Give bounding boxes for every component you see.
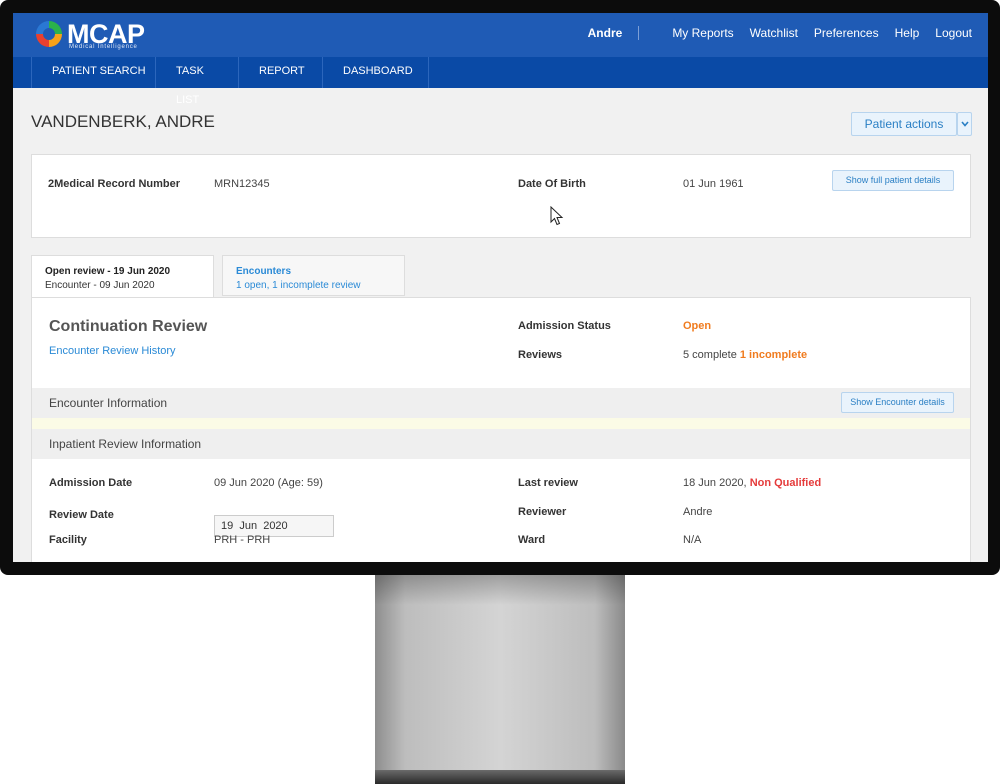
patient-name: VANDENBERK, ANDRE: [31, 112, 215, 131]
logo-swirl-icon: [36, 21, 62, 47]
review-date-label: Review Date: [49, 509, 114, 521]
main-nav: PATIENT SEARCH TASK LIST REPORT DASHBOAR…: [13, 57, 988, 106]
last-review-value: 18 Jun 2020, Non Qualified: [683, 477, 821, 489]
logout-link[interactable]: Logout: [935, 26, 972, 40]
tab-open-review[interactable]: Open review - 19 Jun 2020 Encounter - 09…: [31, 255, 214, 298]
tab-open-review-subtitle: Encounter - 09 Jun 2020: [45, 280, 155, 291]
top-nav: Andre My Reports Watchlist Preferences H…: [588, 26, 972, 40]
patient-actions-button[interactable]: Patient actions: [851, 112, 957, 136]
ward-label: Ward: [518, 534, 546, 546]
top-bar: MCAP Medical Intelligence Andre My Repor…: [13, 13, 988, 57]
show-patient-details-button[interactable]: Show full patient details: [832, 170, 954, 191]
admission-date-value: 09 Jun 2020 (Age: 59): [214, 477, 323, 489]
current-user[interactable]: Andre: [588, 26, 640, 40]
reviews-complete: 5 complete: [683, 349, 737, 361]
watchlist-link[interactable]: Watchlist: [750, 26, 798, 40]
tab-encounters[interactable]: Encounters 1 open, 1 incomplete review: [222, 255, 405, 296]
preferences-link[interactable]: Preferences: [814, 26, 879, 40]
chevron-down-icon: [961, 121, 969, 127]
patient-actions-dropdown[interactable]: [957, 112, 972, 136]
last-review-status: Non Qualified: [749, 477, 822, 489]
mrn-label: 2Medical Record Number: [48, 178, 181, 190]
my-reports-link[interactable]: My Reports: [672, 26, 733, 40]
dob-value: 01 Jun 1961: [683, 178, 744, 190]
reviews-value: 5 complete 1 incomplete: [683, 349, 807, 361]
help-link[interactable]: Help: [895, 26, 920, 40]
encounter-information-bar: Encounter Information Show Encounter det…: [32, 388, 970, 418]
reviews-incomplete[interactable]: 1 incomplete: [740, 349, 807, 361]
nav-dashboard[interactable]: DASHBOARD: [323, 57, 429, 88]
monitor-stand: [375, 575, 625, 770]
dob-label: Date Of Birth: [518, 178, 586, 190]
facility-value: PRH - PRH: [214, 534, 271, 546]
last-review-date: 18 Jun 2020,: [683, 477, 747, 489]
last-review-label: Last review: [518, 477, 578, 489]
tab-encounters-title: Encounters: [236, 266, 292, 277]
admission-status-label: Admission Status: [518, 320, 611, 332]
encounter-information-label: Encounter Information: [49, 396, 168, 410]
mrn-value: MRN12345: [214, 178, 270, 190]
admission-status-value: Open: [683, 320, 712, 332]
nav-task-list[interactable]: TASK LIST: [156, 57, 239, 106]
ward-value: N/A: [683, 534, 702, 546]
facility-label: Facility: [49, 534, 87, 546]
encounter-review-history-link[interactable]: Encounter Review History: [49, 345, 176, 357]
nav-patient-search[interactable]: PATIENT SEARCH: [32, 57, 156, 88]
monitor-stand-base: [375, 770, 625, 784]
monitor-frame: MCAP Medical Intelligence Andre My Repor…: [0, 0, 1000, 575]
reviews-label: Reviews: [518, 349, 563, 361]
inpatient-review-label: Inpatient Review Information: [49, 437, 202, 451]
admission-date-label: Admission Date: [49, 477, 133, 489]
tab-encounters-subtitle: 1 open, 1 incomplete review: [236, 280, 361, 291]
mcap-logo[interactable]: MCAP Medical Intelligence: [33, 18, 153, 52]
review-title: Continuation Review: [49, 318, 208, 335]
review-panel: Continuation Review Encounter Review His…: [31, 297, 971, 562]
nav-report[interactable]: REPORT: [239, 57, 323, 88]
mouse-cursor-icon: [550, 206, 564, 226]
tab-open-review-title: Open review - 19 Jun 2020: [45, 266, 171, 277]
screen: MCAP Medical Intelligence Andre My Repor…: [13, 13, 988, 562]
reviewer-label: Reviewer: [518, 506, 567, 518]
patient-info-panel: 2Medical Record Number MRN12345 Date Of …: [31, 154, 971, 238]
logo-subtitle: Medical Intelligence: [69, 44, 138, 50]
reviewer-value: Andre: [683, 506, 713, 518]
inpatient-review-bar: Inpatient Review Information: [32, 429, 970, 459]
show-encounter-details-button[interactable]: Show Encounter details: [841, 392, 954, 413]
